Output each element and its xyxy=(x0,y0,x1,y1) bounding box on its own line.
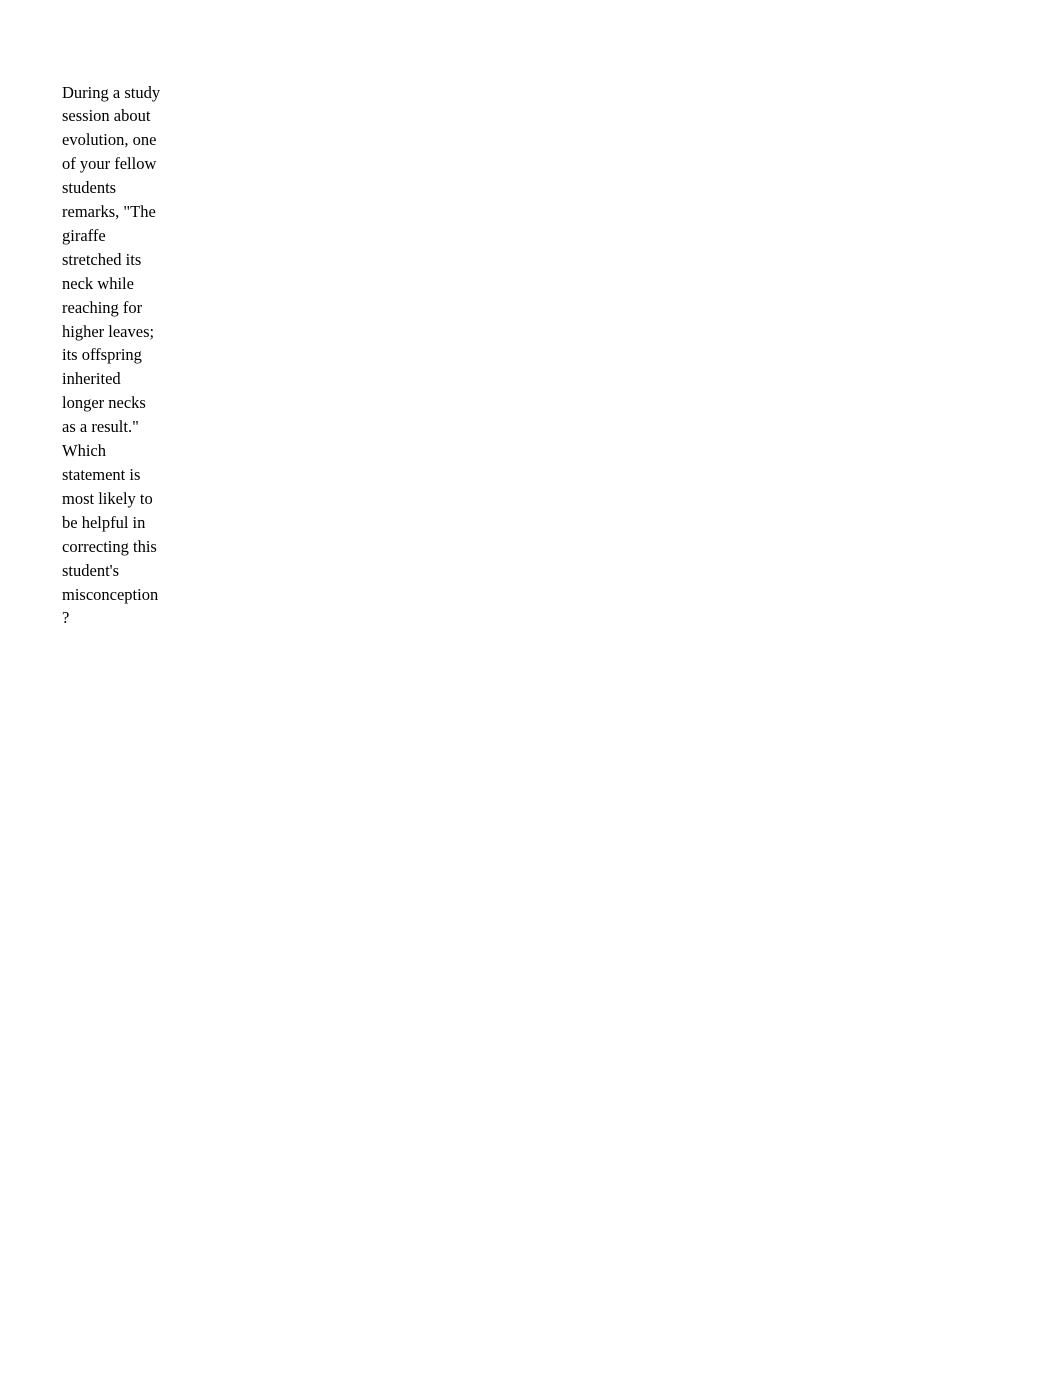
question-prompt-text: During a study session about evolution, … xyxy=(62,82,161,628)
document-page: During a study session about evolution, … xyxy=(0,0,1062,1376)
